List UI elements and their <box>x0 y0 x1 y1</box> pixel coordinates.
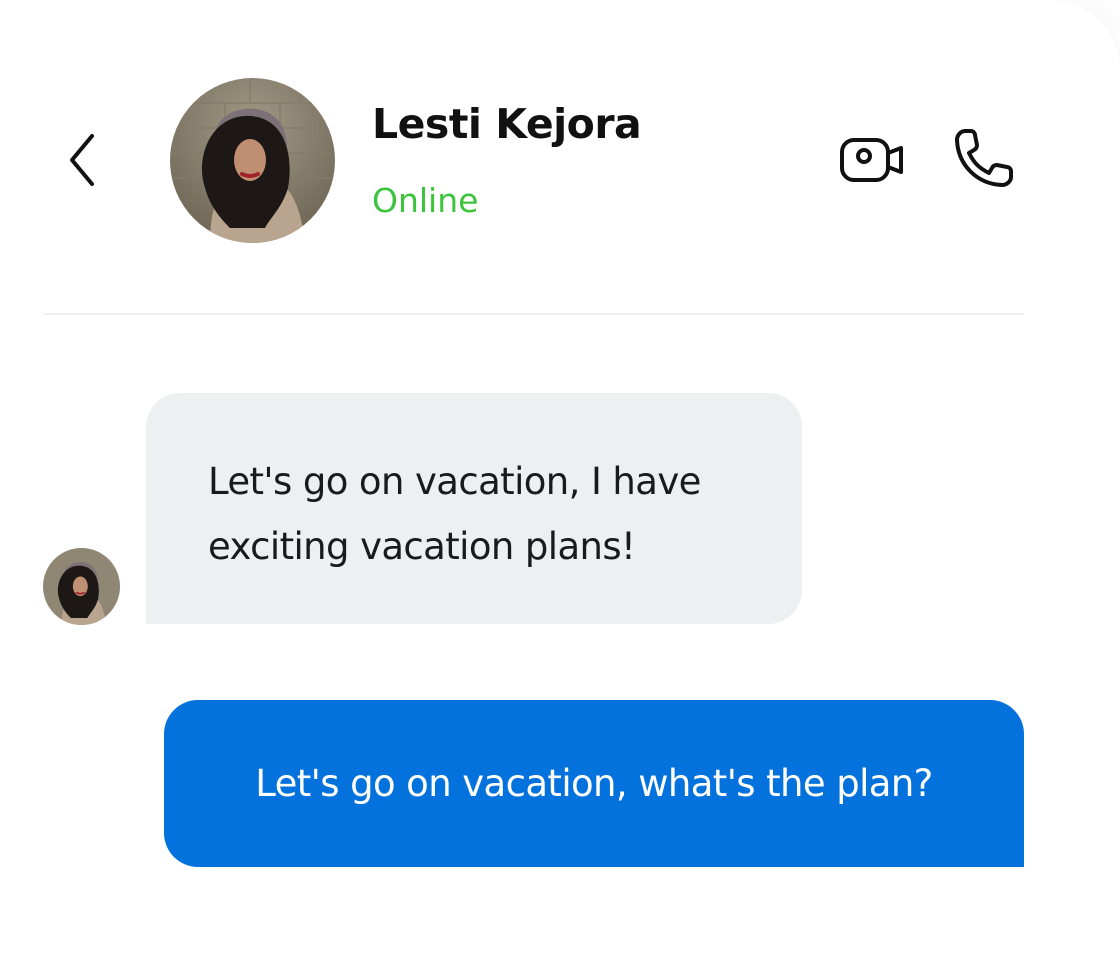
chevron-left-icon <box>70 134 94 186</box>
phone-icon <box>955 129 1013 187</box>
incoming-message-text: Let's go on vacation, I have exciting va… <box>208 460 701 568</box>
avatar-image <box>43 548 120 625</box>
contact-avatar[interactable] <box>170 78 335 243</box>
header-divider <box>44 313 1024 315</box>
app-background: Lesti Kejora Online Let's go on vacation… <box>0 0 1120 961</box>
incoming-message-bubble[interactable]: Let's go on vacation, I have exciting va… <box>146 393 802 624</box>
voice-call-button[interactable] <box>946 122 1022 194</box>
contact-name: Lesti Kejora <box>372 100 642 148</box>
chat-panel: Lesti Kejora Online Let's go on vacation… <box>0 0 1120 961</box>
outgoing-message-text: Let's go on vacation, what's the plan? <box>255 762 933 805</box>
back-button[interactable] <box>52 128 112 192</box>
outgoing-message-bubble[interactable]: Let's go on vacation, what's the plan? <box>164 700 1024 867</box>
video-call-button[interactable] <box>834 130 910 190</box>
sender-avatar[interactable] <box>43 548 120 625</box>
online-status: Online <box>372 181 479 220</box>
video-camera-icon <box>840 138 903 182</box>
avatar-image <box>170 78 335 243</box>
